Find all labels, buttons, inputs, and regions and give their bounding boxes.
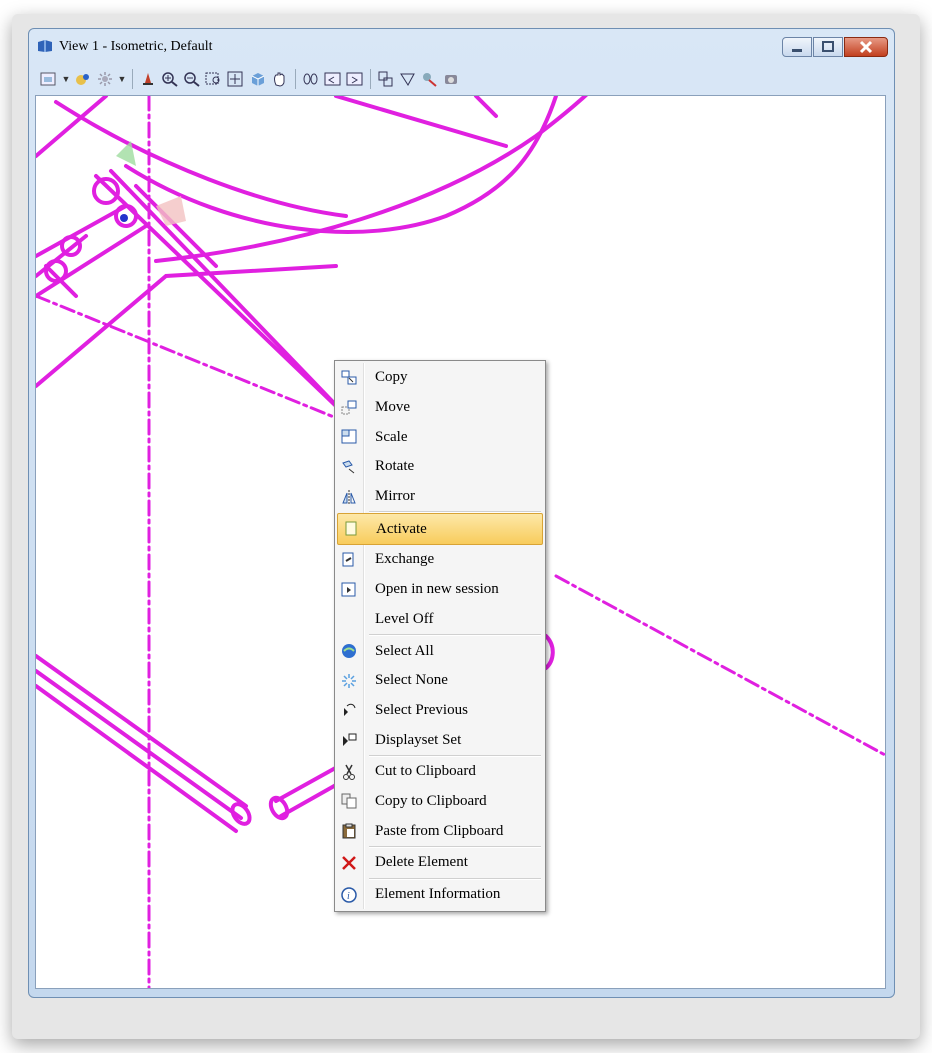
toolbar-separator [295,69,296,89]
next-view-icon[interactable] [345,69,365,89]
select-previous-icon [335,702,363,718]
menu-item-scale[interactable]: Scale [335,422,545,452]
toolbar-separator [132,69,133,89]
menu-item-label: Select Previous [375,701,468,718]
zoom-out-icon[interactable] [182,69,202,89]
select-all-icon [335,643,363,659]
menu-item-label: Scale [375,428,408,445]
fit-view-icon[interactable] [226,69,246,89]
menu-item-copy-to-clipboard[interactable]: Copy to Clipboard [335,787,545,817]
menu-item-label: Cut to Clipboard [375,763,476,780]
menu-item-paste-from-clipboard[interactable]: Paste from Clipboard [335,816,545,846]
menu-item-label: Activate [376,520,427,537]
menu-item-delete-element[interactable]: Delete Element [335,848,545,878]
menu-item-select-none[interactable]: Select None [335,666,545,696]
copy-clipboard-icon [335,793,363,809]
pan-view-icon[interactable] [270,69,290,89]
menu-item-cut-to-clipboard[interactable]: Cut to Clipboard [335,757,545,787]
menu-item-label: Open in new session [375,581,499,598]
view-window-icon [37,39,53,53]
menu-item-label: Delete Element [375,854,468,871]
activate-icon [338,521,364,537]
toolbar-separator [370,69,371,89]
menu-item-label: Element Information [375,886,501,903]
exchange-icon [335,552,363,568]
update-view-icon[interactable] [138,69,158,89]
clip-volume-icon[interactable] [398,69,418,89]
menu-item-rotate[interactable]: Rotate [335,452,545,482]
walk-icon[interactable] [301,69,321,89]
copy-icon [335,370,363,386]
paste-icon [335,823,363,839]
menu-item-select-all[interactable]: Select All [335,636,545,666]
menu-item-displayset-set[interactable]: Displayset Set [335,725,545,755]
menu-item-exchange[interactable]: Exchange [335,545,545,575]
menu-item-label: Move [375,399,410,416]
previous-view-icon[interactable] [323,69,343,89]
displayset-icon [335,732,363,748]
scissors-icon [335,764,363,780]
menu-item-label: Displayset Set [375,731,462,748]
close-button[interactable] [844,37,888,57]
menu-item-label: Paste from Clipboard [375,822,504,839]
menu-item-label: Select All [375,642,434,659]
select-none-icon [335,673,363,689]
view-attributes-icon[interactable] [39,69,59,89]
maximize-button[interactable] [813,37,843,57]
menu-item-select-previous[interactable]: Select Previous [335,696,545,726]
info-icon: i [335,886,363,903]
menu-item-label: Level Off [375,610,434,627]
camera-icon[interactable] [442,69,462,89]
menu-item-label: Mirror [375,488,415,505]
menu-item-label: Rotate [375,458,415,475]
menu-item-label: Copy [375,369,408,386]
context-menu: Copy Move Scale Rotate Mirror Activate Exchang… [334,360,546,913]
svg-text:i: i [347,891,350,902]
view-toolbar: ▼ ▼ [35,65,888,93]
menu-item-mirror[interactable]: Mirror [335,482,545,512]
rotate-icon [335,459,363,475]
menu-item-element-information[interactable]: i Element Information [335,880,545,910]
window-area-icon[interactable] [204,69,224,89]
rotate-view-icon[interactable] [248,69,268,89]
mirror-icon [335,489,363,505]
copy-view-icon[interactable] [376,69,396,89]
minimize-button[interactable] [782,37,812,57]
menu-item-open-in-new-session[interactable]: Open in new session [335,575,545,605]
lighting-icon[interactable] [95,69,115,89]
menu-item-level-off[interactable]: Level Off [335,605,545,635]
move-icon [335,400,363,416]
chevron-down-icon[interactable]: ▼ [61,69,71,89]
delete-icon [335,855,363,871]
menu-item-label: Select None [375,672,448,689]
menu-item-activate[interactable]: Activate [337,513,543,546]
chevron-down-icon[interactable]: ▼ [117,69,127,89]
display-style-icon[interactable] [73,69,93,89]
title-bar[interactable]: View 1 - Isometric, Default [29,29,894,63]
menu-item-label: Exchange [375,551,435,568]
window-title: View 1 - Isometric, Default [59,39,213,54]
menu-item-label: Copy to Clipboard [375,792,487,809]
menu-item-move[interactable]: Move [335,393,545,423]
scale-icon [335,429,363,445]
zoom-in-icon[interactable] [160,69,180,89]
open-session-icon [335,582,363,598]
clip-mask-icon[interactable] [420,69,440,89]
menu-item-copy[interactable]: Copy [335,363,545,393]
